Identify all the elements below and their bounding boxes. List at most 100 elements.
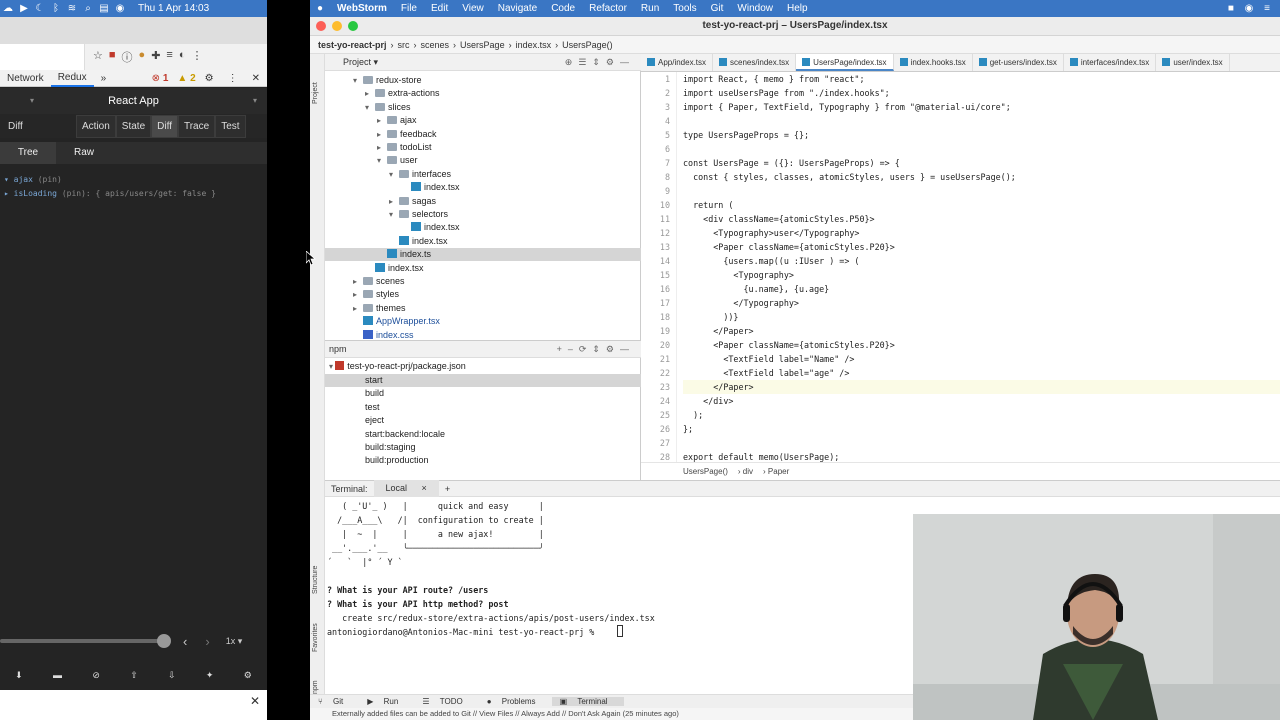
avatar[interactable]: ◐ [179,49,186,65]
npm-tool-button[interactable]: npm [312,680,319,694]
slider-handle[interactable] [157,634,171,648]
action-mode-button[interactable]: Action [76,114,116,138]
editor-tab[interactable]: get-users/index.tsx [973,54,1064,71]
more-icon[interactable]: ⋮ [191,49,202,65]
slider-track[interactable] [0,634,171,648]
test-mode-button[interactable]: Test [215,114,246,138]
playlist-icon[interactable]: ≡ [166,49,172,65]
menu-navigate[interactable]: Navigate [491,3,544,14]
close-icon[interactable]: ✕ [245,73,267,84]
tab-network[interactable]: Network [0,73,51,84]
pin-icon[interactable]: ⬇ [15,670,23,681]
tree-folder[interactable]: ▾ redux-store [353,74,422,87]
editor-tab[interactable]: interfaces/index.tsx [1064,54,1157,71]
project-panel-tools[interactable]: ⊕☰⇕⚙— [565,57,641,68]
code-crumb[interactable]: UsersPage() [683,467,738,476]
tree-folder[interactable]: ▸ todoList [377,141,432,154]
chevron-down-icon[interactable]: ▾ [389,208,399,221]
chevron-right-icon[interactable]: ▸ [389,195,399,208]
star-icon[interactable]: ☆ [93,49,103,65]
terminal-tab-local[interactable]: Local × [373,480,439,497]
npm-script[interactable]: build:staging [365,441,416,454]
tree-folder[interactable]: ▸ extra-actions [365,87,440,100]
next-icon[interactable]: › [205,634,209,649]
project-view-selector[interactable]: Project ▾ [325,57,378,68]
kebab-icon[interactable]: ⋮ [221,73,245,84]
tree-folder[interactable]: ▸ sagas [389,195,436,208]
tab-more[interactable]: » [94,73,114,84]
pdf-extension-icon[interactable]: ■ [109,49,116,65]
chevron-down-icon[interactable]: ▾ [389,168,399,181]
tree-folder[interactable]: ▸ feedback [377,128,437,141]
puzzle-icon[interactable]: ✚ [151,49,160,65]
tab-redux[interactable]: Redux [50,70,94,87]
tree-file[interactable]: AppWrapper.tsx [353,315,440,328]
diff-row[interactable]: ▾ ajax (pin) [4,173,263,187]
tree-folder[interactable]: ▸ themes [353,302,406,315]
menu-view[interactable]: View [455,3,491,14]
terminal-tool-button[interactable]: ▣ Terminal [551,697,624,706]
git-tool-button[interactable]: ⑂ Git [310,697,359,706]
tree-folder[interactable]: ▾ interfaces [389,168,451,181]
tree-file[interactable]: index.tsx [389,235,448,248]
tree-file[interactable]: index.tsx [401,221,460,234]
close-icon[interactable]: ✕ [250,694,260,708]
new-terminal-button[interactable]: + [439,484,456,494]
tree-folder[interactable]: ▾ user [377,154,418,167]
menu-code[interactable]: Code [544,3,582,14]
npm-script[interactable]: test [365,401,380,414]
tree-folder[interactable]: ▸ ajax [377,114,417,127]
npm-script[interactable]: start [365,374,383,387]
crumb-folder[interactable]: UsersPage [456,40,509,50]
menu-git[interactable]: Git [704,3,731,14]
cookie-icon[interactable]: ● [139,49,146,65]
tree-folder[interactable]: ▸ styles [353,288,399,301]
chevron-down-icon[interactable]: ▾ [353,74,363,87]
npm-package[interactable]: ▾ test-yo-react-prj/package.json [329,360,466,373]
menu-tools[interactable]: Tools [666,3,703,14]
diff-mode-button[interactable]: Diff [151,114,178,138]
chevron-right-icon[interactable]: ▸ [377,114,387,127]
info-icon[interactable]: ⓘ [122,49,133,65]
editor-tab[interactable]: user/index.tsx [1156,54,1230,71]
npm-script[interactable]: eject [365,414,384,427]
problems-tool-button[interactable]: ● Problems [479,697,552,706]
editor-tab[interactable]: index.hooks.tsx [894,54,973,71]
tree-file[interactable]: index.ts [377,248,431,261]
redux-instance-selector[interactable]: ▾ React App ▾ [0,88,267,114]
menu-help[interactable]: Help [780,3,815,14]
prev-icon[interactable]: ‹ [183,634,187,649]
settings-icon[interactable]: ⚙ [198,73,221,84]
apple-icon[interactable]: ● [310,3,330,14]
crumb-folder[interactable]: scenes [417,40,454,50]
chevron-right-icon[interactable]: ▸ [353,275,363,288]
crumb-file[interactable]: index.tsx [512,40,556,50]
menu-edit[interactable]: Edit [424,3,455,14]
close-icon[interactable]: × [416,483,433,493]
favorites-tool-button[interactable]: Favorites [312,623,319,652]
run-tool-button[interactable]: ▶ Run [359,697,414,706]
todo-tool-button[interactable]: ☰ TODO [414,697,478,706]
menu-run[interactable]: Run [634,3,666,14]
npm-script[interactable]: start:backend:locale [365,428,445,441]
diff-row[interactable]: ▸ isLoading (pin): { apis/users/get: fal… [4,187,263,201]
tree-file[interactable]: index.tsx [365,262,424,275]
state-mode-button[interactable]: State [115,114,152,138]
tree-folder[interactable]: ▾ slices [365,101,411,114]
keyboard-icon[interactable]: ▬ [53,670,62,680]
raw-view-button[interactable]: Raw [56,142,112,164]
chevron-right-icon[interactable]: ▸ [377,128,387,141]
editor-tab[interactable]: App/index.tsx [641,54,714,71]
tree-folder[interactable]: ▾ selectors [389,208,448,221]
editor-tab[interactable]: UsersPage/index.tsx [796,54,894,71]
chevron-right-icon[interactable]: ▸ [353,302,363,315]
code-area[interactable]: import React, { memo } from "react"; impo… [683,72,1280,462]
npm-script[interactable]: build:production [365,454,429,467]
chevron-right-icon[interactable]: ▸ [365,87,375,100]
tree-file[interactable]: index.tsx [401,181,460,194]
speed-select[interactable]: 1x ▾ [226,636,243,647]
structure-tool-button[interactable]: Structure [312,566,319,594]
crumb-project[interactable]: test-yo-react-prj [310,40,391,50]
address-bar[interactable] [0,44,85,70]
crumb-folder[interactable]: src [394,40,414,50]
